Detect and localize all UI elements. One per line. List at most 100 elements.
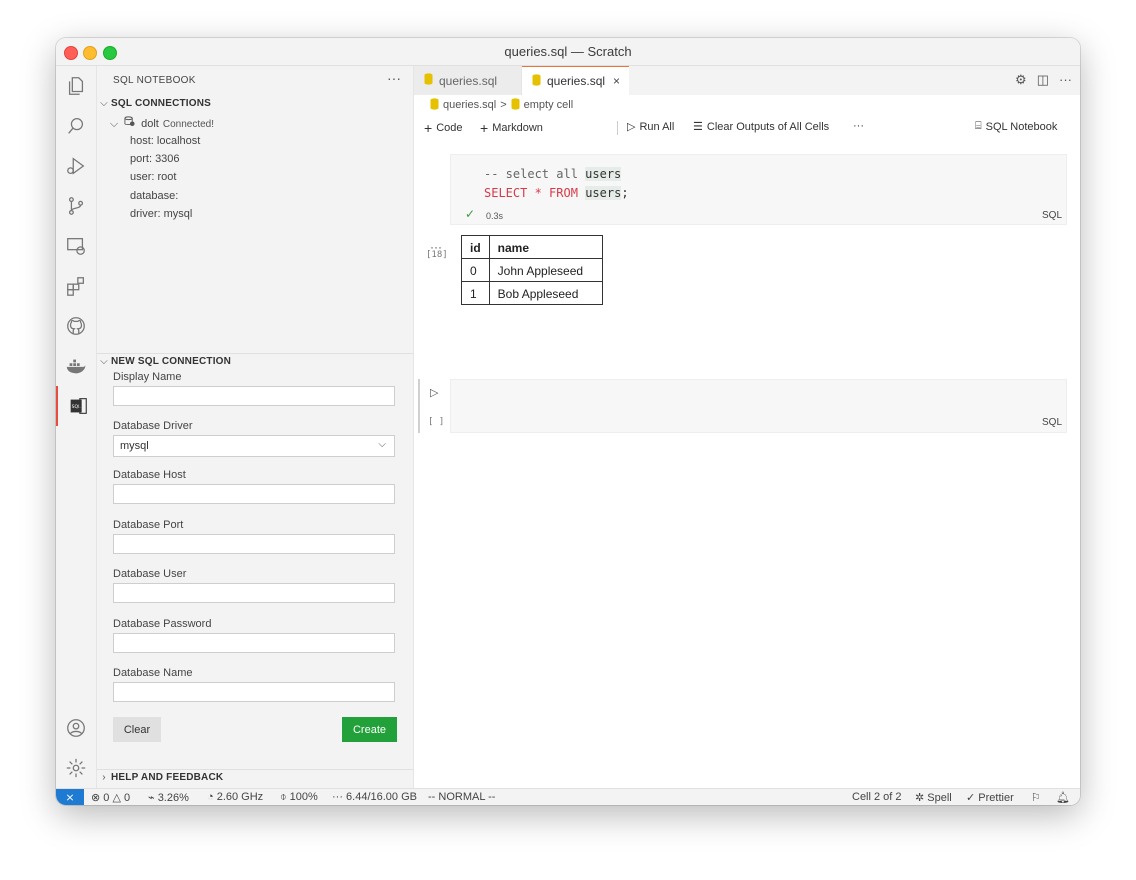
connection-detail-database: database: [130, 190, 179, 202]
database-driver-select[interactable]: mysql ⌵ [113, 435, 395, 457]
run-cell-button[interactable]: ▷ [430, 386, 438, 399]
database-file-icon [430, 97, 439, 113]
prettier-status[interactable]: ✓ Prettier [966, 791, 1014, 804]
sql-notebook-sidebar: SQL NOTEBOOK ··· ⌵ SQL CONNECTIONS ⌵ dolt… [97, 66, 414, 788]
database-name-label: Database Name [113, 667, 193, 679]
connection-detail-driver: driver: mysql [130, 208, 193, 220]
table-row: 0 John Appleseed [461, 258, 603, 282]
vim-mode: -- NORMAL -- [428, 791, 496, 803]
add-markdown-cell-button[interactable]: + Markdown [480, 120, 543, 136]
remote-explorer-icon[interactable] [56, 226, 96, 266]
table-cell: 1 [461, 281, 490, 305]
run-all-button[interactable]: ▷ Run All [627, 120, 674, 134]
display-name-label: Display Name [113, 371, 182, 383]
column-header: id [461, 235, 490, 259]
docker-icon[interactable] [56, 346, 96, 386]
clear-all-icon: ☰ [693, 121, 703, 133]
code-cell-2[interactable]: SQL [450, 379, 1067, 433]
breadcrumb: queries.sql > empty cell [430, 96, 573, 114]
connection-status: Connected! [162, 119, 215, 130]
table-cell: John Appleseed [488, 258, 603, 282]
cell-language[interactable]: SQL [1042, 210, 1062, 221]
run-debug-icon[interactable] [56, 146, 96, 186]
clear-outputs-button[interactable]: ☰ Clear Outputs of All Cells [693, 120, 829, 134]
plug-icon: ⌽ [280, 791, 290, 803]
breadcrumb-file[interactable]: queries.sql [443, 99, 496, 111]
database-driver-label: Database Driver [113, 420, 193, 432]
connection-detail-port: port: 3306 [130, 153, 180, 165]
database-user-label: Database User [113, 568, 187, 580]
problems-indicator[interactable]: ⊗ 0 △ 0 [91, 791, 130, 804]
cell-focus-indicator [418, 379, 420, 433]
remote-indicator[interactable]: ⨯ [56, 789, 84, 805]
files-icon[interactable] [56, 66, 96, 106]
settings-gear-icon[interactable]: ⚙ [1015, 72, 1027, 88]
notifications-bell-icon[interactable]: 🔔︎ [1056, 791, 1070, 804]
sql-connections-header[interactable]: ⌵ SQL CONNECTIONS [97, 98, 211, 109]
chevron-down-icon: ⌵ [109, 118, 119, 130]
connection-item-dolt[interactable]: ⌵ dolt Connected! [107, 115, 214, 131]
title-bar: queries.sql — Scratch [56, 38, 1080, 66]
add-code-cell-button[interactable]: + Code [424, 120, 462, 136]
help-and-feedback-header[interactable]: › HELP AND FEEDBACK [97, 772, 223, 783]
sql-notebook-icon[interactable]: SQL [56, 386, 98, 426]
output-more-button[interactable]: ··· [430, 240, 442, 254]
chevron-down-icon: ⌵ [100, 356, 108, 367]
database-file-icon [532, 73, 541, 89]
code-cell-1[interactable]: -- select all users SELECT * FROM users;… [450, 154, 1067, 225]
kernel-icon: ⌸ [975, 120, 982, 132]
window-title: queries.sql — Scratch [504, 44, 632, 59]
connection-detail-host: host: localhost [130, 135, 201, 147]
sidebar-title: SQL NOTEBOOK [113, 75, 196, 86]
search-icon[interactable] [56, 106, 96, 146]
database-host-label: Database Host [113, 469, 186, 481]
clear-button[interactable]: Clear [113, 717, 161, 742]
database-file-icon [424, 73, 433, 88]
cell-position[interactable]: Cell 2 of 2 [852, 791, 902, 803]
spell-check[interactable]: ✲ Spell [915, 791, 952, 804]
breadcrumb-separator: > [500, 99, 507, 111]
kernel-picker[interactable]: ⌸ SQL Notebook [975, 120, 1057, 133]
feedback-icon[interactable]: ⚐ [1031, 791, 1041, 804]
code-line-1: -- select all users [484, 167, 622, 181]
chevron-right-icon: › [102, 772, 106, 783]
account-icon[interactable] [56, 708, 96, 748]
sidebar-more-button[interactable]: ··· [387, 70, 401, 86]
more-actions-icon[interactable]: ··· [1059, 72, 1072, 88]
tab-queries-sql-preview[interactable]: queries.sql [414, 66, 522, 95]
table-cell: Bob Appleseed [488, 281, 603, 305]
cell-language[interactable]: SQL [1042, 417, 1062, 428]
table-cell: 0 [461, 258, 490, 282]
section-divider [97, 353, 413, 354]
toolbar-more-button[interactable]: ··· [853, 120, 864, 132]
github-icon[interactable] [56, 306, 96, 346]
status-bar: ⨯ ⊗ 0 △ 0 ⌁ 3.26% ◔ 2.60 GHz ⌽ 100% ··· … [56, 788, 1080, 805]
display-name-input[interactable] [113, 386, 395, 406]
battery-level: ⌽ 100% [280, 791, 318, 803]
execution-count: [ ] [428, 417, 445, 427]
spell-icon: ✲ [915, 792, 928, 804]
database-user-input[interactable] [113, 583, 395, 603]
database-password-input[interactable] [113, 633, 395, 653]
breadcrumb-cell[interactable]: empty cell [524, 99, 574, 111]
table-row: 1 Bob Appleseed [461, 281, 603, 305]
chevron-down-icon: ⌵ [100, 98, 108, 109]
toolbar-separator [617, 121, 618, 135]
tab-queries-sql-active[interactable]: queries.sql × [522, 66, 629, 95]
database-port-input[interactable] [113, 534, 395, 554]
settings-gear-icon[interactable] [56, 748, 96, 788]
database-host-input[interactable] [113, 484, 395, 504]
close-icon[interactable]: × [613, 74, 620, 88]
extensions-icon[interactable] [56, 266, 96, 306]
play-icon: ▷ [627, 121, 636, 133]
database-icon [124, 115, 138, 130]
new-sql-connection-header[interactable]: ⌵ NEW SQL CONNECTION [97, 356, 231, 367]
source-control-icon[interactable] [56, 186, 96, 226]
section-divider [97, 769, 413, 770]
database-name-input[interactable] [113, 682, 395, 702]
code-line-2: SELECT * FROM users; [484, 186, 629, 200]
split-editor-icon[interactable]: ◫ [1037, 72, 1049, 88]
double-check-icon: ✓ [966, 792, 979, 804]
create-button[interactable]: Create [342, 717, 397, 742]
database-file-icon [511, 97, 520, 113]
